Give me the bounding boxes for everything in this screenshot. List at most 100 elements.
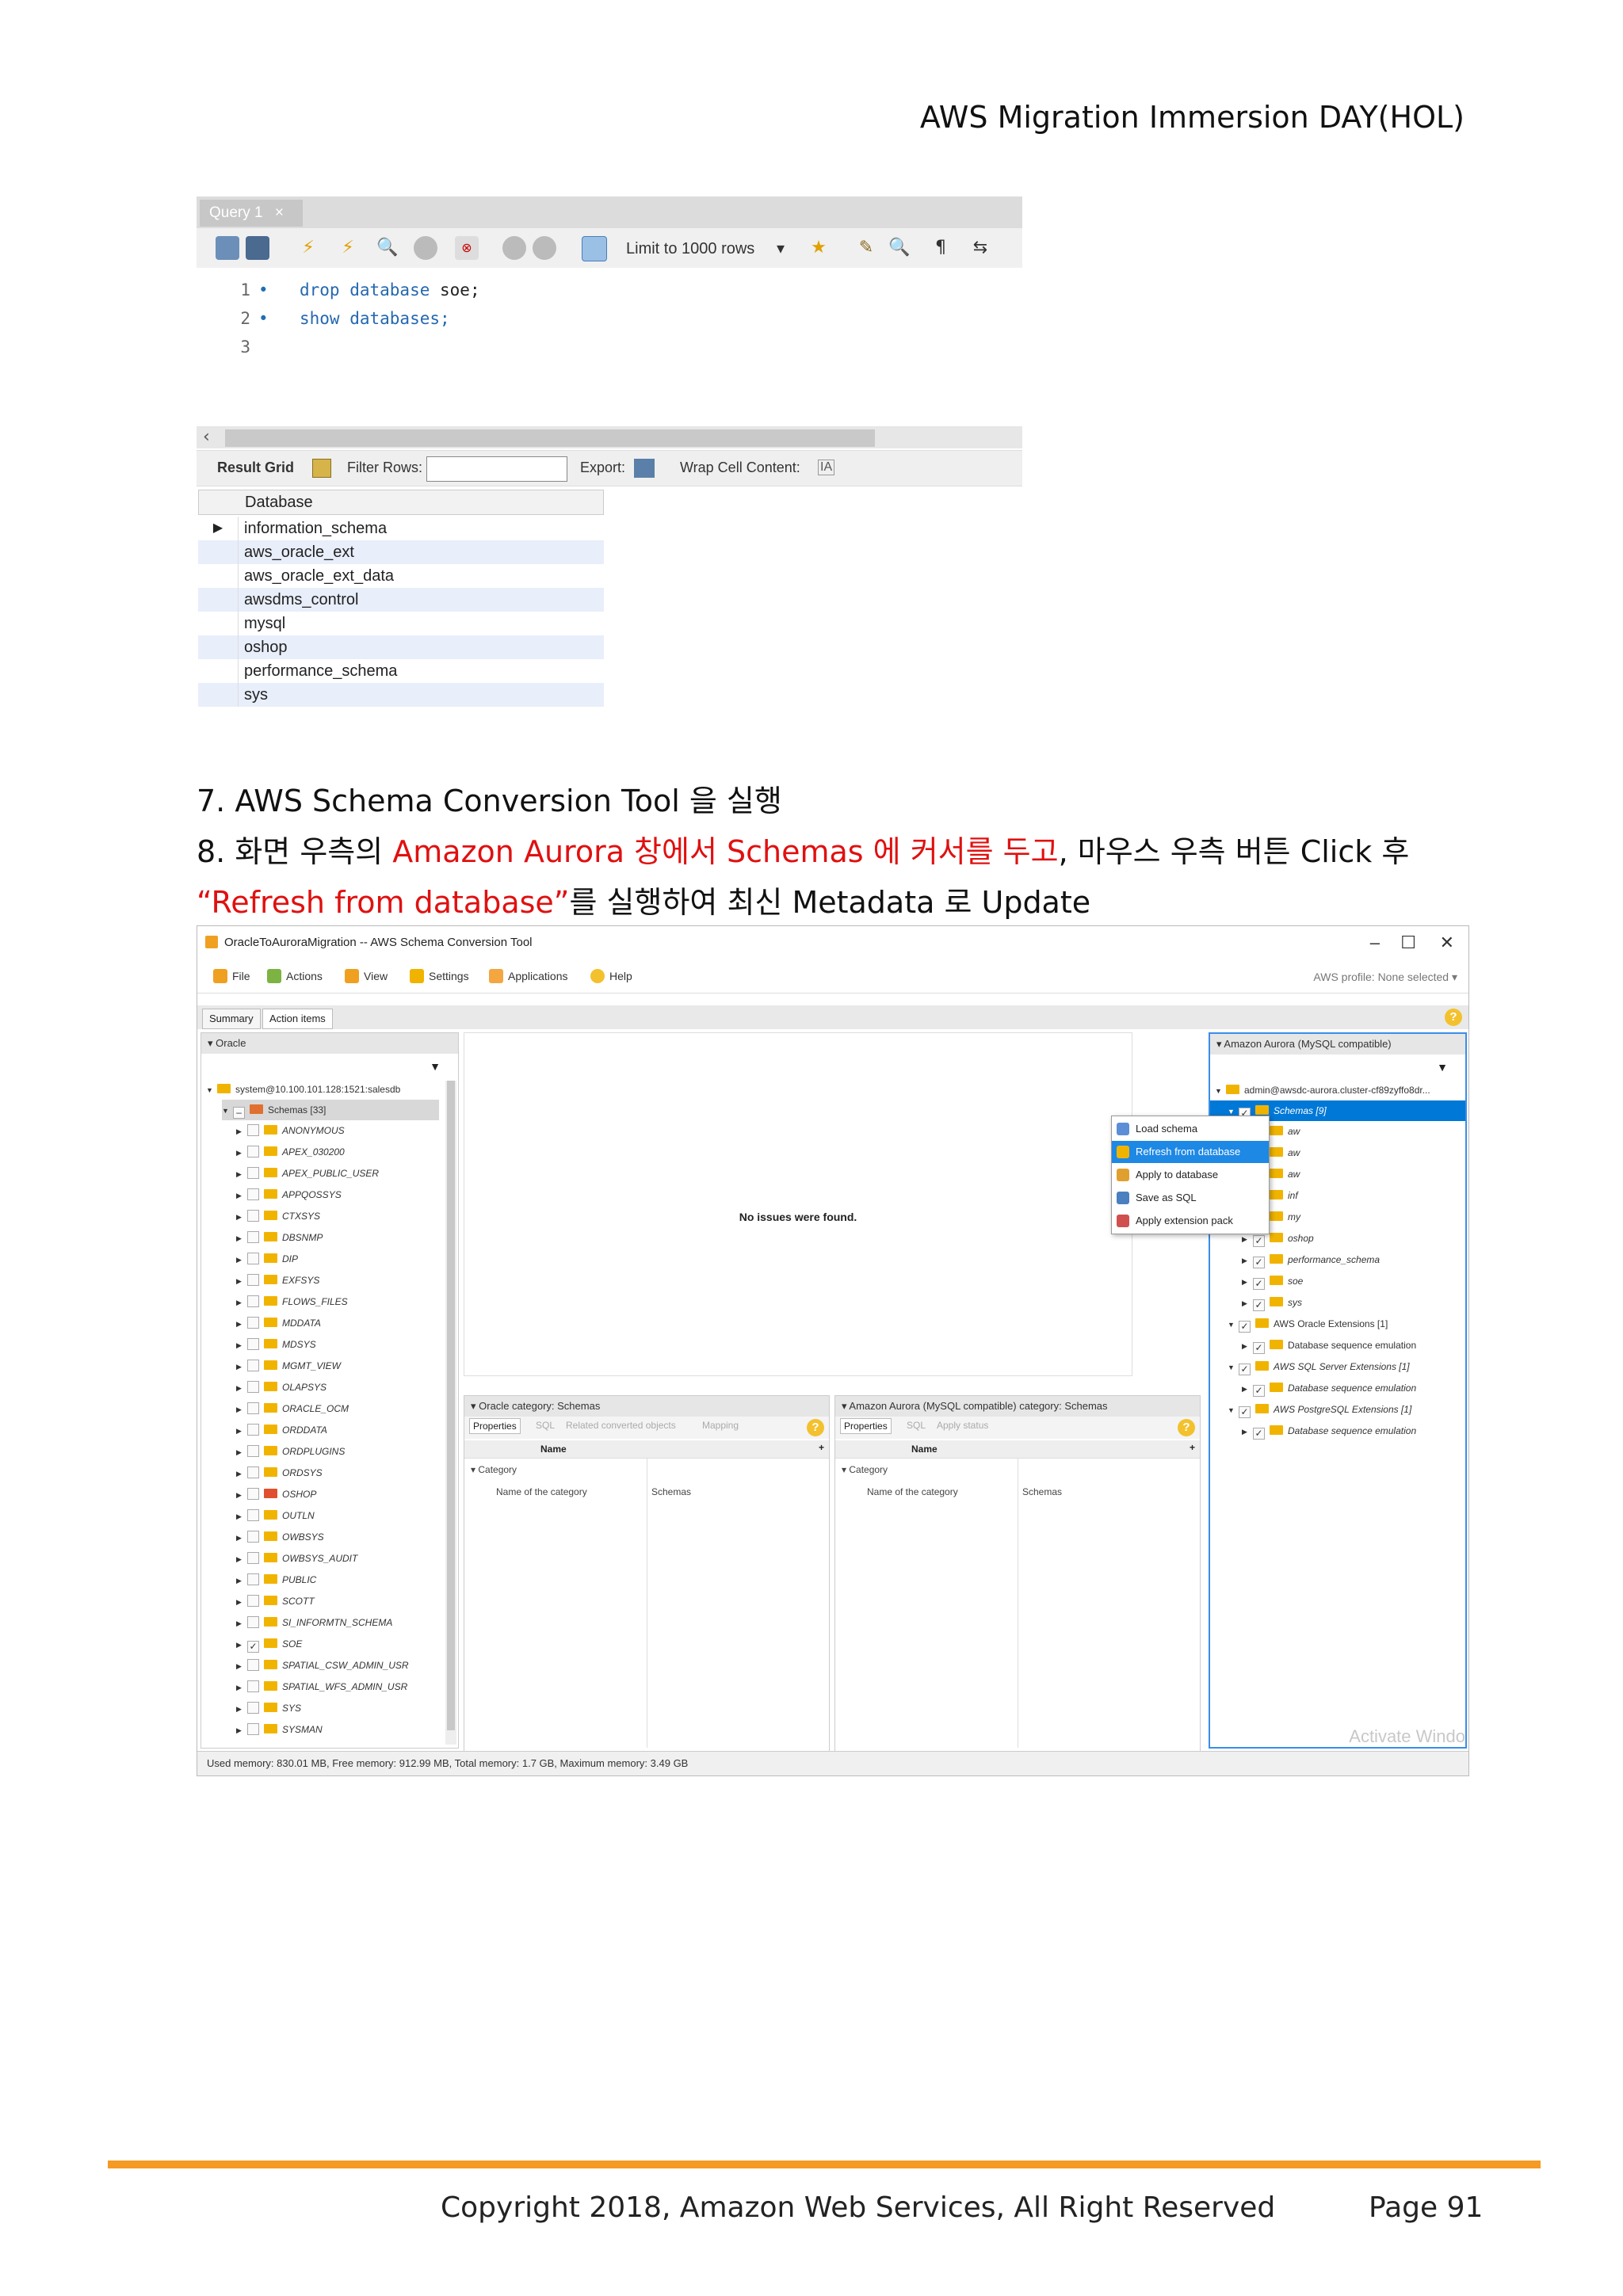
menu-view[interactable]: View bbox=[345, 969, 388, 983]
table-row[interactable]: awsdms_control bbox=[198, 588, 604, 612]
toggle-error-icon[interactable]: ⊗ bbox=[455, 236, 479, 260]
save-icon[interactable] bbox=[246, 236, 269, 260]
autocommit-icon[interactable] bbox=[582, 236, 607, 261]
maximize-icon[interactable]: ☐ bbox=[1400, 933, 1416, 953]
category-group[interactable]: ▾ Category bbox=[471, 1464, 517, 1475]
oracle-tree-scrollbar[interactable] bbox=[445, 1081, 456, 1745]
oracle-schema-node[interactable]: ▶ APEX_030200 bbox=[236, 1142, 345, 1162]
oracle-schema-node[interactable]: ▶ APPQOSSYS bbox=[236, 1184, 342, 1205]
help-icon[interactable]: ? bbox=[1445, 1009, 1462, 1026]
execute-icon[interactable]: ⚡ bbox=[296, 236, 320, 260]
find-icon[interactable]: 🔍 bbox=[888, 236, 911, 260]
help-icon[interactable]: ? bbox=[1178, 1419, 1195, 1436]
scroll-left-icon[interactable]: ‹ bbox=[203, 426, 210, 448]
oracle-schemas-node[interactable]: ▼ – Schemas [33] bbox=[222, 1100, 439, 1120]
table-row[interactable]: ▶ information_schema bbox=[198, 517, 604, 540]
oracle-schema-node[interactable]: ▶ ✓ SOE bbox=[236, 1634, 302, 1654]
aurora-root-node[interactable]: ▼ admin@awsdc-aurora.cluster-cf89zyffo8dr… bbox=[1215, 1080, 1430, 1100]
menu-settings[interactable]: Settings bbox=[410, 969, 469, 983]
oracle-schema-node[interactable]: ▶ FLOWS_FILES bbox=[236, 1291, 348, 1312]
editor-horizontal-scrollbar[interactable]: ‹ bbox=[197, 426, 1022, 448]
aurora-extension-node[interactable]: ▼ ✓ AWS SQL Server Extensions [1] bbox=[1228, 1356, 1410, 1377]
aurora-extension-child-node[interactable]: ▶ ✓ Database sequence emulation bbox=[1242, 1421, 1416, 1441]
limit-rows-select[interactable]: Limit to 1000 rows ▾ bbox=[626, 238, 792, 260]
oracle-schema-node[interactable]: ▶ OWBSYS bbox=[236, 1527, 324, 1547]
beautify-icon[interactable]: ★ bbox=[807, 236, 831, 260]
aurora-extension-node[interactable]: ▼ ✓ AWS PostgreSQL Extensions [1] bbox=[1228, 1399, 1411, 1420]
oracle-schema-node[interactable]: ▶ OUTLN bbox=[236, 1505, 315, 1526]
rollback-icon[interactable] bbox=[533, 236, 556, 260]
tab-apply-status[interactable]: Apply status bbox=[937, 1420, 988, 1431]
execute-current-icon[interactable]: ⚡ bbox=[336, 236, 360, 260]
oracle-schema-node[interactable]: ▶ MDSYS bbox=[236, 1334, 316, 1355]
table-row[interactable]: mysql bbox=[198, 612, 604, 635]
tab-mapping[interactable]: Mapping bbox=[702, 1420, 739, 1431]
oracle-schema-node[interactable]: ▶ OWBSYS_AUDIT bbox=[236, 1548, 357, 1569]
oracle-schema-node[interactable]: ▶ DIP bbox=[236, 1249, 298, 1269]
oracle-schema-node[interactable]: ▶ CTXSYS bbox=[236, 1206, 320, 1226]
minimize-icon[interactable]: – bbox=[1370, 933, 1380, 953]
menu-item-refresh-from-database[interactable]: Refresh from database bbox=[1112, 1141, 1269, 1163]
wrap-icon[interactable]: IA bbox=[818, 460, 835, 475]
oracle-schema-node[interactable]: ▶ SI_INFORMTN_SCHEMA bbox=[236, 1612, 392, 1633]
oracle-schema-node[interactable]: ▶ EXFSYS bbox=[236, 1270, 319, 1291]
stop-icon[interactable] bbox=[414, 236, 437, 260]
aws-profile-select[interactable]: AWS profile: None selected ▾ bbox=[1313, 971, 1457, 984]
menu-actions[interactable]: Actions bbox=[267, 969, 323, 983]
tab-action-items[interactable]: Action items bbox=[262, 1009, 333, 1029]
menu-item-apply-extension-pack[interactable]: Apply extension pack bbox=[1112, 1210, 1269, 1232]
explain-icon[interactable]: 🔍 bbox=[376, 236, 399, 260]
table-row[interactable]: aws_oracle_ext_data bbox=[198, 564, 604, 588]
menu-file[interactable]: File bbox=[213, 969, 250, 983]
oracle-schema-node[interactable]: ▶ ANONYMOUS bbox=[236, 1120, 345, 1141]
menu-item-save-as-sql[interactable]: Save as SQL bbox=[1112, 1187, 1269, 1209]
table-row[interactable]: oshop bbox=[198, 635, 604, 659]
oracle-schema-node[interactable]: ▶ ORDPLUGINS bbox=[236, 1441, 345, 1462]
grid-view-icon[interactable] bbox=[312, 459, 331, 478]
close-icon[interactable]: ✕ bbox=[1440, 933, 1454, 953]
tab-sql[interactable]: SQL bbox=[907, 1420, 926, 1431]
filter-rows-input[interactable] bbox=[426, 456, 567, 482]
commit-icon[interactable] bbox=[502, 236, 526, 260]
oracle-schema-node[interactable]: ▶ MDDATA bbox=[236, 1313, 321, 1333]
oracle-root-node[interactable]: ▼ system@10.100.101.128:1521:salesdb bbox=[206, 1079, 400, 1100]
oracle-schema-node[interactable]: ▶ SPATIAL_CSW_ADMIN_USR bbox=[236, 1655, 409, 1676]
oracle-schema-node[interactable]: ▶ ORACLE_OCM bbox=[236, 1398, 349, 1419]
export-icon[interactable] bbox=[634, 459, 655, 478]
wrap-lines-icon[interactable]: ⇆ bbox=[968, 236, 992, 260]
scroll-thumb[interactable] bbox=[225, 429, 875, 447]
oracle-schema-node[interactable]: ▶ DBSNMP bbox=[236, 1227, 323, 1248]
oracle-schema-node[interactable]: ▶ PUBLIC bbox=[236, 1569, 316, 1590]
tab-related-objects[interactable]: Related converted objects bbox=[566, 1420, 676, 1431]
oracle-schema-node[interactable]: ▶ OLAPSYS bbox=[236, 1377, 327, 1398]
oracle-schema-node[interactable]: ▶ SPATIAL_WFS_ADMIN_USR bbox=[236, 1676, 407, 1697]
table-row[interactable]: aws_oracle_ext bbox=[198, 540, 604, 564]
aurora-schema-node[interactable]: ▶ ✓ performance_schema bbox=[1242, 1249, 1380, 1270]
tab-sql[interactable]: SQL bbox=[536, 1420, 555, 1431]
oracle-schema-node[interactable]: ▶ SYS bbox=[236, 1698, 301, 1718]
oracle-schema-node[interactable]: ▶ APEX_PUBLIC_USER bbox=[236, 1163, 379, 1184]
aurora-schema-node[interactable]: ▶ ✓ soe bbox=[1242, 1271, 1303, 1291]
aurora-schema-node[interactable]: ▶ ✓ sys bbox=[1242, 1292, 1302, 1313]
tab-properties[interactable]: Properties bbox=[840, 1418, 892, 1434]
menu-item-load-schema[interactable]: Load schema bbox=[1112, 1118, 1269, 1140]
open-file-icon[interactable] bbox=[216, 236, 239, 260]
tab-summary[interactable]: Summary bbox=[202, 1009, 261, 1029]
category-group[interactable]: ▾ Category bbox=[842, 1464, 888, 1475]
result-grid-label[interactable]: Result Grid bbox=[217, 460, 294, 476]
oracle-schema-node[interactable]: ▶ ORDDATA bbox=[236, 1420, 327, 1440]
menu-item-apply-to-database[interactable]: Apply to database bbox=[1112, 1164, 1269, 1186]
table-row[interactable]: performance_schema bbox=[198, 659, 604, 683]
query-tab[interactable]: Query 1 × bbox=[200, 200, 303, 227]
brush-icon[interactable]: ✎ bbox=[854, 236, 878, 260]
oracle-schema-node[interactable]: ▶ MGMT_VIEW bbox=[236, 1356, 341, 1376]
filter-icon[interactable]: ▼ bbox=[430, 1060, 441, 1073]
menu-applications[interactable]: Applications bbox=[489, 969, 568, 983]
tab-properties[interactable]: Properties bbox=[469, 1418, 521, 1434]
menu-help[interactable]: Help bbox=[590, 969, 632, 983]
aurora-extension-child-node[interactable]: ▶ ✓ Database sequence emulation bbox=[1242, 1335, 1416, 1356]
filter-icon[interactable]: ▼ bbox=[1437, 1061, 1448, 1074]
invisible-chars-icon[interactable]: ¶ bbox=[929, 236, 953, 260]
table-row[interactable]: sys bbox=[198, 683, 604, 707]
oracle-schema-node[interactable]: ▶ ORDSYS bbox=[236, 1463, 323, 1483]
